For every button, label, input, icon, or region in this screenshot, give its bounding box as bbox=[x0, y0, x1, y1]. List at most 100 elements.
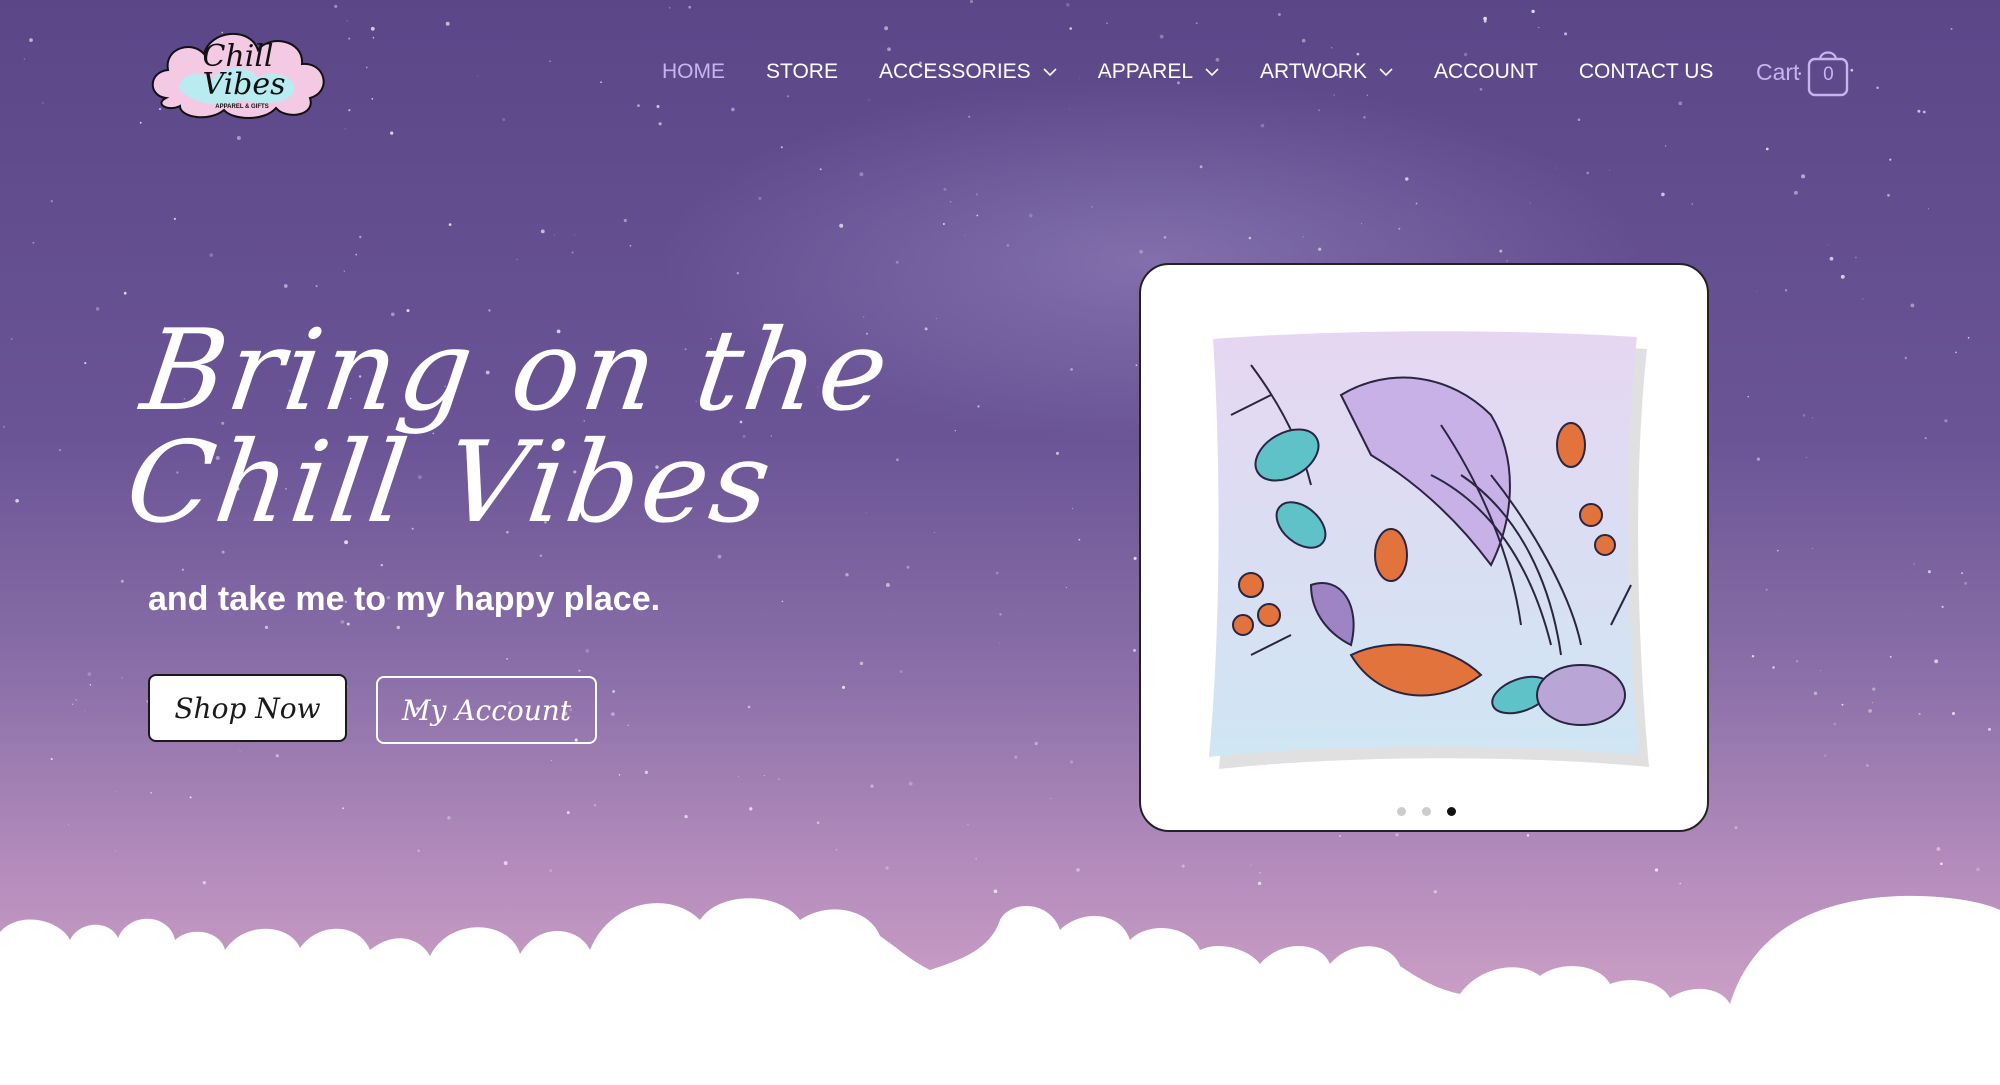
star bbox=[150, 792, 152, 794]
star bbox=[1918, 712, 1921, 715]
brand-logo[interactable]: Chill Vibes APPAREL & GIFTS bbox=[146, 20, 334, 124]
star bbox=[2, 425, 6, 428]
star bbox=[1586, 171, 1590, 175]
nav-store[interactable]: STORE bbox=[766, 56, 838, 88]
star bbox=[618, 774, 621, 776]
star bbox=[1405, 177, 1409, 181]
star bbox=[1841, 703, 1844, 706]
star bbox=[1506, 259, 1509, 262]
star bbox=[1801, 174, 1806, 179]
star bbox=[747, 705, 751, 709]
star bbox=[1135, 364, 1138, 367]
star bbox=[736, 272, 739, 275]
star bbox=[1529, 202, 1531, 204]
star bbox=[1338, 834, 1341, 837]
star bbox=[346, 622, 350, 626]
star bbox=[835, 848, 838, 851]
star bbox=[571, 251, 574, 254]
product-slider[interactable] bbox=[1139, 263, 1709, 832]
star bbox=[895, 260, 899, 264]
star bbox=[1964, 581, 1968, 585]
star bbox=[644, 770, 649, 775]
nav-account[interactable]: ACCOUNT bbox=[1434, 56, 1538, 88]
star bbox=[1820, 670, 1822, 672]
star bbox=[1556, 167, 1558, 169]
star bbox=[1006, 244, 1010, 247]
star bbox=[1050, 797, 1052, 800]
star bbox=[503, 861, 508, 866]
star bbox=[1872, 687, 1876, 691]
nav-label: ACCOUNT bbox=[1433, 60, 1538, 83]
star bbox=[1829, 256, 1834, 261]
star bbox=[1868, 709, 1872, 713]
star bbox=[758, 196, 762, 200]
nav-label: ARTWORK bbox=[1260, 60, 1367, 83]
shop-now-button[interactable]: Shop Now bbox=[148, 674, 347, 742]
star bbox=[885, 866, 889, 870]
nav-artwork[interactable]: ARTWORK bbox=[1260, 56, 1393, 88]
cart-button[interactable]: Cart 0 bbox=[1756, 46, 1849, 98]
star bbox=[749, 807, 753, 811]
slider-dot-1[interactable] bbox=[1396, 807, 1406, 816]
star bbox=[1941, 605, 1944, 609]
star bbox=[998, 642, 1000, 644]
star bbox=[908, 781, 913, 786]
star bbox=[417, 849, 421, 853]
star bbox=[114, 850, 116, 852]
star bbox=[539, 554, 543, 558]
star bbox=[1139, 249, 1144, 254]
star bbox=[1784, 289, 1788, 292]
chevron-down-icon bbox=[1043, 68, 1057, 77]
star bbox=[1772, 666, 1775, 669]
star bbox=[999, 613, 1002, 616]
slider-dot-2[interactable] bbox=[1421, 807, 1431, 816]
star bbox=[1181, 864, 1185, 868]
star bbox=[221, 550, 225, 554]
star bbox=[50, 758, 53, 761]
star bbox=[315, 285, 318, 288]
slider-dot-3[interactable] bbox=[1446, 807, 1456, 816]
star bbox=[1199, 165, 1203, 169]
star bbox=[10, 337, 13, 341]
star bbox=[1795, 659, 1799, 663]
star bbox=[1955, 351, 1957, 354]
star bbox=[1034, 741, 1038, 746]
main-nav: HOME STORE ACCESSORIES APPAREL ARTWORK A… bbox=[662, 56, 1754, 88]
star bbox=[778, 778, 780, 780]
star bbox=[1071, 507, 1074, 509]
star bbox=[1940, 862, 1943, 866]
star bbox=[448, 223, 452, 226]
nav-label: APPAREL bbox=[1097, 60, 1194, 83]
star bbox=[933, 532, 935, 534]
star bbox=[396, 625, 401, 630]
star bbox=[32, 241, 35, 244]
nav-home[interactable]: HOME bbox=[662, 56, 725, 88]
nav-accessories[interactable]: ACCESSORIES bbox=[879, 56, 1057, 88]
star bbox=[629, 244, 632, 247]
star bbox=[1928, 208, 1930, 210]
star bbox=[859, 661, 864, 666]
star bbox=[1827, 244, 1829, 246]
star bbox=[1395, 833, 1399, 837]
svg-text:APPAREL & GIFTS: APPAREL & GIFTS bbox=[215, 104, 268, 110]
slider-dots bbox=[1141, 807, 1707, 816]
nav-apparel[interactable]: APPAREL bbox=[1098, 56, 1219, 88]
star bbox=[15, 498, 19, 503]
my-account-button[interactable]: My Account bbox=[376, 676, 597, 744]
star bbox=[84, 362, 87, 365]
star bbox=[870, 784, 874, 788]
star bbox=[1987, 727, 1992, 731]
star bbox=[1734, 826, 1738, 830]
star bbox=[1913, 563, 1915, 565]
star bbox=[1070, 368, 1073, 371]
star bbox=[1133, 556, 1137, 560]
cart-count: 0 bbox=[1823, 64, 1834, 85]
nav-contact-us[interactable]: CONTACT US bbox=[1579, 56, 1714, 88]
star bbox=[995, 571, 999, 575]
star bbox=[1824, 754, 1827, 758]
hero-title: Bring on the Chill Vibes bbox=[119, 306, 911, 548]
star bbox=[1654, 868, 1659, 872]
star bbox=[75, 699, 77, 701]
star bbox=[967, 824, 969, 825]
star bbox=[95, 307, 100, 311]
